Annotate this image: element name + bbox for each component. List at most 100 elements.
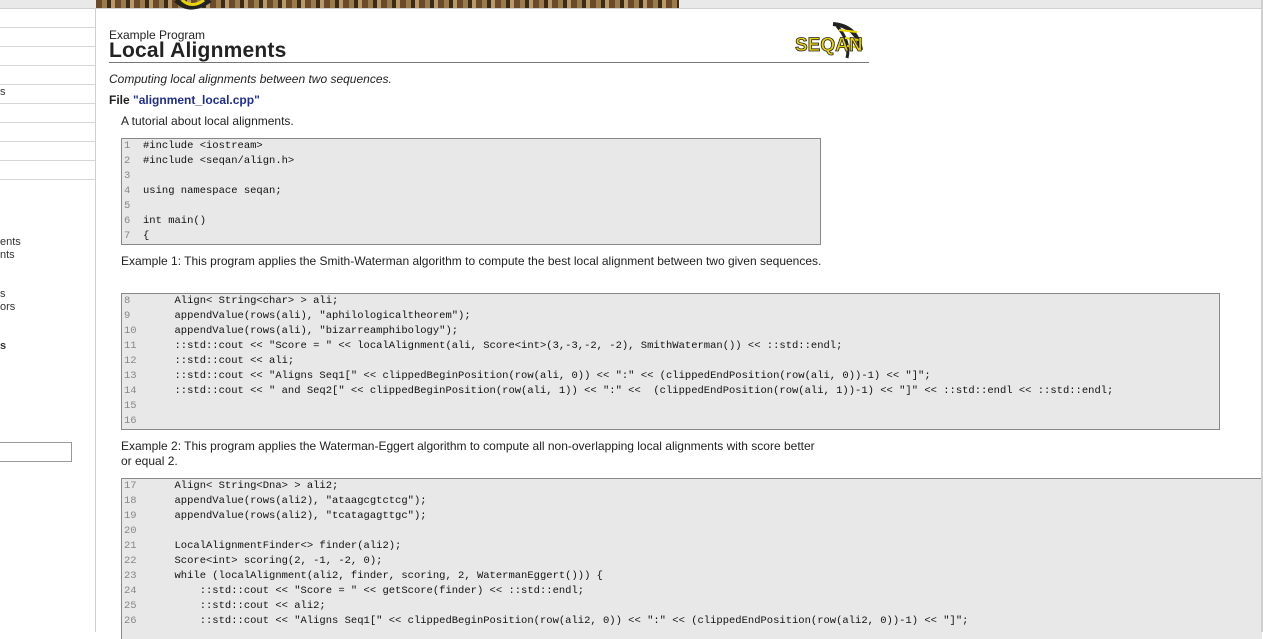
sidebar-item[interactable] <box>0 123 95 142</box>
code-text: ::std::cout << ali2; <box>143 600 326 612</box>
code-line: 14 ::std::cout << " and Seq2[" << clippe… <box>122 384 1113 399</box>
seqan-logo-text: SEQAN <box>795 35 863 56</box>
code-line: 9 appendValue(rows(ali), "aphilologicalt… <box>122 309 471 324</box>
code-text: appendValue(rows(ali), "bizarreamphibolo… <box>143 325 459 337</box>
page-title: Local Alignments <box>109 39 287 62</box>
code-text: appendValue(rows(ali2), "tcatagagttgc"); <box>143 510 427 522</box>
code-text: ::std::cout << "Aligns Seq1[" << clipped… <box>143 370 931 382</box>
line-number: 22 <box>124 555 137 567</box>
code-line: 15 <box>122 399 143 414</box>
line-number: 1 <box>124 140 131 152</box>
code-text: using namespace seqan; <box>143 185 282 197</box>
sidebar-item[interactable] <box>0 47 95 66</box>
sidebar-item-label[interactable]: nts <box>0 249 15 261</box>
sidebar-item-label[interactable]: ents <box>0 236 21 248</box>
line-number: 24 <box>124 585 137 597</box>
sidebar-search-input[interactable] <box>0 442 72 462</box>
sidebar-item[interactable] <box>0 104 95 123</box>
code-line: 7{ <box>122 229 149 244</box>
code-text: while (localAlignment(ali2, finder, scor… <box>143 570 603 582</box>
sidebar-item-label[interactable]: ors <box>0 301 15 313</box>
sidebar: s ents nts s ors s <box>0 9 96 632</box>
code-block: 8 Align< String<char> > ali; 9 appendVal… <box>121 293 1220 430</box>
line-number: 13 <box>124 370 137 382</box>
code-text: int main() <box>143 215 207 227</box>
sidebar-item[interactable] <box>0 85 95 104</box>
code-text: { <box>143 230 150 242</box>
code-text: #include <seqan/align.h> <box>143 155 295 167</box>
example-2-description: Example 2: This program applies the Wate… <box>121 439 815 468</box>
sidebar-item[interactable] <box>0 161 95 180</box>
code-text: ::std::cout << "Aligns Seq1[" << clipped… <box>143 615 969 627</box>
code-line: 11 ::std::cout << "Score = " << localAli… <box>122 339 842 354</box>
line-number: 9 <box>124 310 131 322</box>
code-line: 3 <box>122 169 143 184</box>
sidebar-item-label[interactable]: s <box>0 340 6 352</box>
line-number: 18 <box>124 495 137 507</box>
line-number: 5 <box>124 200 131 212</box>
seqan-logo: SEQAN <box>795 22 863 59</box>
code-line: 5 <box>122 199 143 214</box>
code-block: 17 Align< String<Dna> > ali2; 18 appendV… <box>121 478 1262 639</box>
code-line: 10 appendValue(rows(ali), "bizarreamphib… <box>122 324 458 339</box>
line-number: 12 <box>124 355 137 367</box>
line-number: 26 <box>124 615 137 627</box>
sidebar-item[interactable] <box>0 142 95 161</box>
page-subtitle: Computing local alignments between two s… <box>109 72 392 86</box>
code-text: ::std::cout << " and Seq2[" << clippedBe… <box>143 385 1114 397</box>
line-number: 19 <box>124 510 137 522</box>
code-line: 4 using namespace seqan; <box>122 184 282 199</box>
sidebar-item[interactable] <box>0 28 95 47</box>
code-line: 12 ::std::cout << ali; <box>122 354 294 369</box>
code-text: appendValue(rows(ali2), "ataagcgtctcg"); <box>143 495 427 507</box>
line-number: 17 <box>124 480 137 492</box>
line-number: 11 <box>124 340 137 352</box>
code-line: 1 #include <iostream> <box>122 139 263 154</box>
code-line: 6 int main() <box>122 214 206 229</box>
line-number: 16 <box>124 415 137 427</box>
code-text: ::std::cout << ali; <box>143 355 295 367</box>
code-text: Score<int> scoring(2, -1, -2, 0); <box>143 555 383 567</box>
code-line: 22 Score<int> scoring(2, -1, -2, 0); <box>122 554 382 569</box>
code-line: 20 <box>122 524 143 539</box>
file-heading-prefix: File <box>109 93 134 107</box>
line-number: 15 <box>124 400 137 412</box>
code-text: Align< String<char> > ali; <box>143 295 339 307</box>
line-number: 14 <box>124 385 137 397</box>
line-number: 8 <box>124 295 131 307</box>
sidebar-item[interactable] <box>0 66 95 85</box>
intro-text: A tutorial about local alignments. <box>121 114 294 128</box>
line-number: 2 <box>124 155 131 167</box>
code-line: 23 while (localAlignment(ali2, finder, s… <box>122 569 603 584</box>
code-line: 18 appendValue(rows(ali2), "ataagcgtctcg… <box>122 494 427 509</box>
title-divider <box>109 62 869 63</box>
sidebar-item-label[interactable]: s <box>0 288 6 300</box>
code-line: 16 <box>122 414 143 429</box>
line-number: 23 <box>124 570 137 582</box>
banner-logo-fragment <box>174 0 212 10</box>
code-text: Align< String<Dna> > ali2; <box>143 480 339 492</box>
code-line: 8 Align< String<char> > ali; <box>122 294 338 309</box>
code-line: 26 ::std::cout << "Aligns Seq1[" << clip… <box>122 614 968 629</box>
line-number: 25 <box>124 600 137 612</box>
code-text: ::std::cout << "Score = " << localAlignm… <box>143 340 843 352</box>
code-text: LocalAlignmentFinder<> finder(ali2); <box>143 540 402 552</box>
line-number: 21 <box>124 540 137 552</box>
code-line: 21 LocalAlignmentFinder<> finder(ali2); <box>122 539 401 554</box>
code-line: 25 ::std::cout << ali2; <box>122 599 326 614</box>
code-text: #include <iostream> <box>143 140 263 152</box>
sidebar-item-label[interactable]: s <box>0 86 6 98</box>
line-number: 6 <box>124 215 131 227</box>
code-line: 17 Align< String<Dna> > ali2; <box>122 479 338 494</box>
code-line: 24 ::std::cout << "Score = " << getScore… <box>122 584 584 599</box>
line-number: 4 <box>124 185 131 197</box>
code-block: 1 #include <iostream> 2 #include <seqan/al… <box>121 138 821 245</box>
line-number: 10 <box>124 325 137 337</box>
sidebar-item[interactable] <box>0 9 95 28</box>
code-line: 13 ::std::cout << "Aligns Seq1[" << clip… <box>122 369 931 384</box>
file-link[interactable]: "alignment_local.cpp" <box>133 93 260 107</box>
line-number: 20 <box>124 525 137 537</box>
code-line: 19 appendValue(rows(ali2), "tcatagagttgc… <box>122 509 427 524</box>
code-text: ::std::cout << "Score = " << getScore(fi… <box>143 585 585 597</box>
file-heading: File "alignment_local.cpp" <box>109 93 260 107</box>
